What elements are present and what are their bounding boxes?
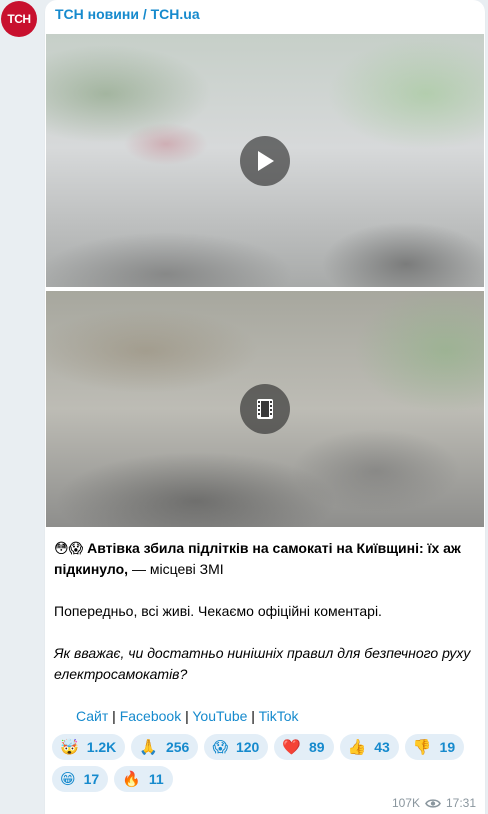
link-separator: | [247, 708, 259, 724]
scream-icon: 😱 [212, 737, 228, 756]
reaction-count: 43 [374, 739, 390, 755]
link-separator: | [181, 708, 193, 724]
facebook-link[interactable]: Facebook [120, 708, 181, 724]
heart-icon: ❤️ [282, 737, 301, 756]
headline: 😳😱 Автівка збила підлітків на самокаті н… [54, 538, 476, 580]
social-links: Сайт | Facebook | YouTube | TikTok [76, 706, 299, 727]
eye-icon [425, 798, 441, 808]
reaction-count: 1.2K [86, 739, 117, 755]
status-paragraph: Попередньо, всі живі. Чекаємо офіційні к… [54, 603, 382, 619]
link-separator: | [108, 708, 120, 724]
message-time: 17:31 [445, 796, 476, 810]
grin-icon: 😁 [60, 769, 76, 788]
question-paragraph: Як вважає, чи достатньо нинішніх правил … [54, 645, 471, 682]
reaction-scream[interactable]: 😱 120 [204, 734, 269, 760]
channel-name[interactable]: ТСН новини / TCH.ua [55, 6, 200, 22]
reaction-thumbs-down[interactable]: 👎 19 [404, 734, 465, 760]
reaction-fire[interactable]: 🔥 11 [114, 766, 173, 792]
film-icon [257, 399, 273, 419]
reaction-grin[interactable]: 😁 17 [52, 766, 109, 792]
channel-avatar[interactable]: ТСН [1, 1, 37, 37]
message-bubble: ТСН новини / TCH.ua 😳😱 Автівка збила під… [45, 0, 485, 814]
site-link[interactable]: Сайт [76, 708, 108, 724]
headline-source: — місцеві ЗМІ [128, 561, 224, 577]
reaction-heart[interactable]: ❤️ 89 [274, 734, 334, 760]
reaction-count: 17 [83, 771, 100, 787]
reactions-bar: 🤯 1.2K 🙏 256 😱 120 ❤️ 89 👍 43 👎 19 😁 17 🔥 11 [52, 734, 472, 792]
play-icon [258, 150, 274, 171]
headline-bold: Автівка збила підлітків на самокаті на К… [54, 540, 461, 577]
reaction-count: 19 [439, 739, 456, 755]
headline-emojis: 😳😱 [54, 540, 84, 556]
reaction-count: 256 [165, 739, 190, 755]
reaction-count: 89 [309, 739, 325, 755]
message-text: 😳😱 Автівка збила підлітків на самокаті н… [54, 538, 476, 706]
view-count: 107K [391, 796, 420, 810]
youtube-link[interactable]: YouTube [192, 708, 247, 724]
reaction-thumbs-up[interactable]: 👍 43 [339, 734, 399, 760]
reaction-pray[interactable]: 🙏 256 [131, 734, 199, 760]
video-thumbnail-1[interactable] [46, 34, 484, 287]
video-button[interactable] [240, 384, 290, 434]
thumbs-up-icon: 👍 [347, 737, 367, 756]
reaction-count: 11 [148, 771, 164, 787]
message-meta: 107K 17:31 [392, 796, 476, 810]
fire-icon: 🔥 [122, 769, 141, 788]
exploding-head-icon: 🤯 [60, 737, 79, 756]
tiktok-link[interactable]: TikTok [259, 708, 299, 724]
pray-icon: 🙏 [139, 737, 158, 756]
reaction-exploding-head[interactable]: 🤯 1.2K [52, 734, 126, 760]
reaction-count: 120 [235, 739, 260, 755]
video-thumbnail-2[interactable] [46, 291, 484, 527]
thumbs-down-icon: 👎 [412, 737, 432, 756]
play-button[interactable] [240, 135, 290, 186]
